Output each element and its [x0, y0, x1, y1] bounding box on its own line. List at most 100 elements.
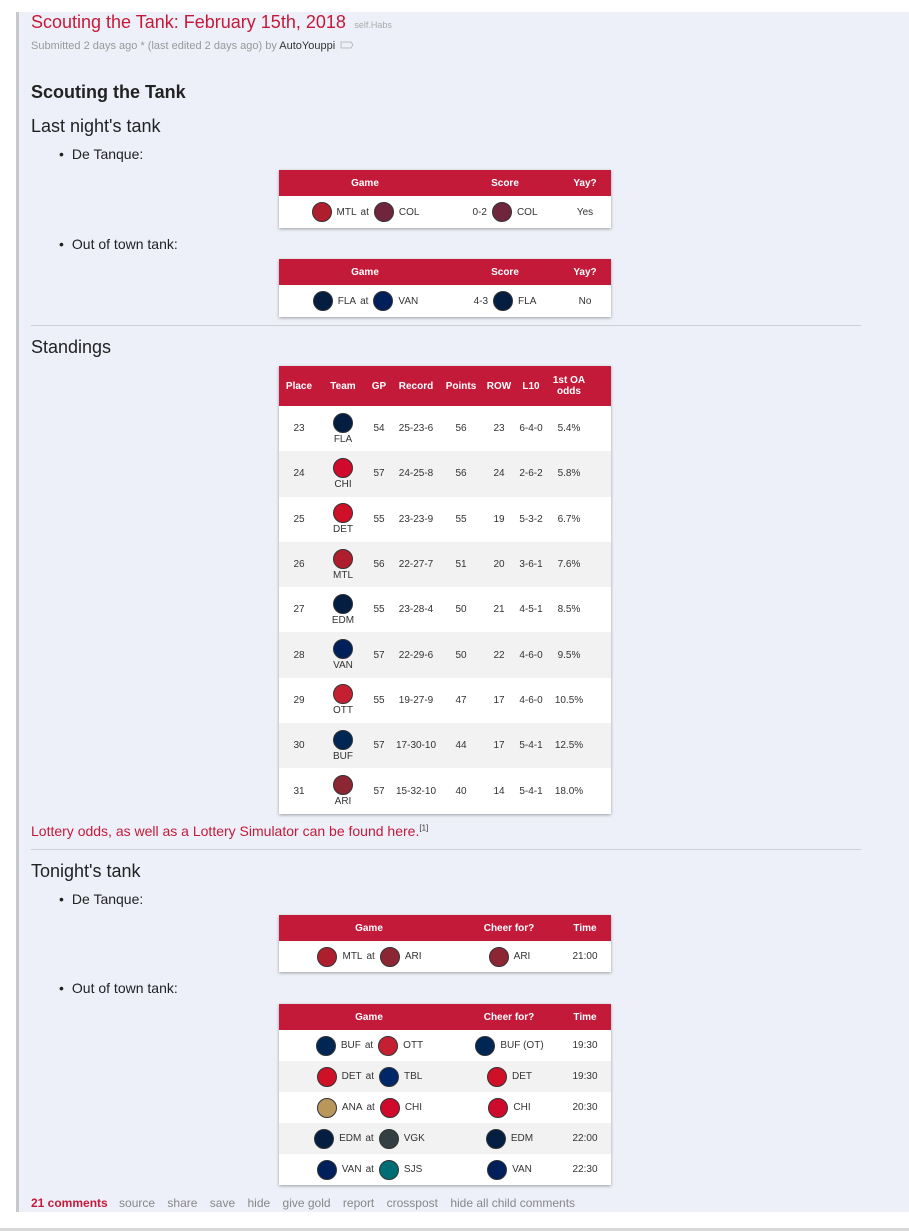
time-cell: 20:30	[572, 1102, 598, 1113]
table-row: FLA at VAN 4-3 FLA No	[279, 285, 611, 317]
points-cell: 56	[455, 423, 467, 435]
tag-icon	[340, 40, 354, 53]
column-header: Cheer for?	[483, 922, 535, 934]
score: 4-3	[473, 295, 489, 307]
table-row: 28 VAN 57 22-29-6 50 22 4-6-0 9.5%	[279, 632, 611, 678]
table-row: 27 EDM 55 23-28-4 50 21 4-5-1 8.5%	[279, 587, 611, 632]
section-heading-last-night: Last night's tank	[31, 116, 161, 136]
place-cell: 24	[293, 468, 305, 480]
ari-logo-icon	[379, 946, 400, 967]
footer-link-give-gold[interactable]: give gold	[283, 1196, 331, 1210]
last-night-out-of-town-table: Game Score Yay? FLA at VAN 4-3 FLA No	[279, 259, 611, 317]
buf-logo-icon	[315, 1035, 336, 1056]
place-cell: 25	[293, 513, 305, 525]
tonight-out-of-town-table: Game Cheer for? Time BUF at OTT BUF (OT) 19:30 D…	[279, 1004, 611, 1185]
footer-link-hide[interactable]: hide	[248, 1196, 271, 1210]
row-cell: 20	[493, 559, 505, 571]
at-label: at	[360, 295, 369, 307]
at-label: at	[366, 1102, 375, 1113]
ott-logo-icon	[333, 684, 353, 705]
score: 0-2	[472, 206, 487, 218]
column-header: Yay?	[573, 177, 597, 189]
score-cell: 0-2 COL	[451, 202, 559, 222]
section-heading-tonight: Tonight's tank	[31, 861, 141, 881]
winner-team: COL	[516, 206, 538, 218]
footer-link-report[interactable]: report	[343, 1196, 374, 1210]
place-cell: 28	[293, 649, 305, 661]
buf-logo-icon	[475, 1035, 496, 1056]
home-team: SJS	[403, 1164, 423, 1175]
odds-cell: 8.5%	[557, 604, 581, 616]
tonight-de-tanque-table: Game Cheer for? Time MTL at ARI ARI 21:00	[279, 915, 611, 972]
footer-link-crosspost[interactable]: crosspost	[387, 1196, 438, 1210]
points-cell: 44	[455, 740, 467, 752]
gp-cell: 55	[373, 604, 385, 616]
column-header: Team	[330, 380, 356, 392]
home-team: COL	[398, 206, 420, 218]
last-night-de-tanque-table: Game Score Yay? MTL at COL 0-2 COL Yes	[279, 170, 611, 228]
footer-link-source[interactable]: source	[119, 1196, 155, 1210]
cheer-cell: EDM	[459, 1128, 559, 1149]
table-row: DET at TBL DET 19:30	[279, 1061, 611, 1092]
table-row: BUF at OTT BUF (OT) 19:30	[279, 1030, 611, 1061]
row-cell: 24	[493, 468, 505, 480]
row-cell: 23	[493, 423, 505, 435]
footer-link-save[interactable]: save	[210, 1196, 235, 1210]
fla-logo-icon	[333, 412, 353, 433]
mtl-logo-icon	[317, 946, 338, 967]
team-abbr: EDM	[331, 614, 355, 626]
points-cell: 55	[455, 513, 467, 525]
l10-cell: 2-6-2	[519, 468, 543, 480]
home-team: OTT	[403, 1040, 424, 1051]
record-cell: 25-23-6	[398, 423, 434, 435]
table-header: Place Team GP Record Points ROW L10 1st OA odds	[279, 366, 611, 406]
team-abbr: ARI	[334, 796, 352, 808]
winner-team: FLA	[518, 295, 537, 307]
post-domain[interactable]: self.Habs	[354, 20, 392, 30]
column-header: Place	[285, 380, 313, 392]
l10-cell: 3-6-1	[519, 559, 543, 571]
lottery-link-text[interactable]: Lottery odds, as well as a Lottery Simul…	[31, 823, 428, 839]
odds-cell: 9.5%	[557, 649, 581, 661]
section-heading-standings: Standings	[31, 337, 112, 357]
team-cell: BUF	[319, 729, 367, 762]
matchup-cell: MTL at COL	[279, 202, 451, 222]
footer-link-share[interactable]: share	[167, 1196, 197, 1210]
place-cell: 30	[293, 740, 305, 752]
van-logo-icon	[487, 1159, 508, 1180]
table-row: VAN at SJS VAN 22:30	[279, 1154, 611, 1185]
ari-logo-icon	[488, 946, 509, 967]
post-title-link[interactable]: Scouting the Tank: February 15th, 2018	[31, 12, 346, 32]
comments-link[interactable]: 21 comments	[31, 1196, 108, 1210]
van-logo-icon	[316, 1159, 337, 1180]
away-team: MTL	[336, 206, 357, 218]
footer-link-hide-child-comments[interactable]: hide all child comments	[450, 1196, 575, 1210]
row-cell: 17	[493, 694, 505, 706]
table-row: ANA at CHI CHI 20:30	[279, 1092, 611, 1123]
gp-cell: 54	[373, 423, 385, 435]
row-cell: 14	[493, 785, 505, 797]
points-cell: 40	[455, 785, 467, 797]
ari-logo-icon	[333, 775, 353, 796]
footnote-ref[interactable]: [1]	[419, 823, 428, 832]
lottery-text[interactable]: Lottery odds, as well as a Lottery Simul…	[31, 823, 419, 839]
time-cell: 22:30	[572, 1164, 598, 1175]
time-cell: 21:00	[572, 951, 598, 962]
points-cell: 50	[455, 649, 467, 661]
col-logo-icon	[373, 202, 394, 222]
gp-cell: 57	[373, 649, 385, 661]
at-label: at	[364, 1040, 374, 1051]
det-logo-icon	[487, 1066, 507, 1087]
buf-logo-icon	[333, 729, 353, 750]
record-cell: 22-29-6	[398, 649, 434, 661]
bullet-out-of-town: Out of town tank:	[59, 236, 178, 252]
cheer-cell: DET	[459, 1066, 559, 1087]
odds-cell: 18.0%	[554, 785, 584, 797]
home-team: TBL	[404, 1071, 423, 1082]
at-label: at	[365, 1133, 374, 1144]
team-cell: EDM	[319, 593, 367, 626]
cheer-team: EDM	[510, 1133, 534, 1144]
gp-cell: 57	[373, 468, 385, 480]
edm-logo-icon	[485, 1128, 506, 1149]
author-link[interactable]: AutoYouppi	[279, 40, 335, 52]
